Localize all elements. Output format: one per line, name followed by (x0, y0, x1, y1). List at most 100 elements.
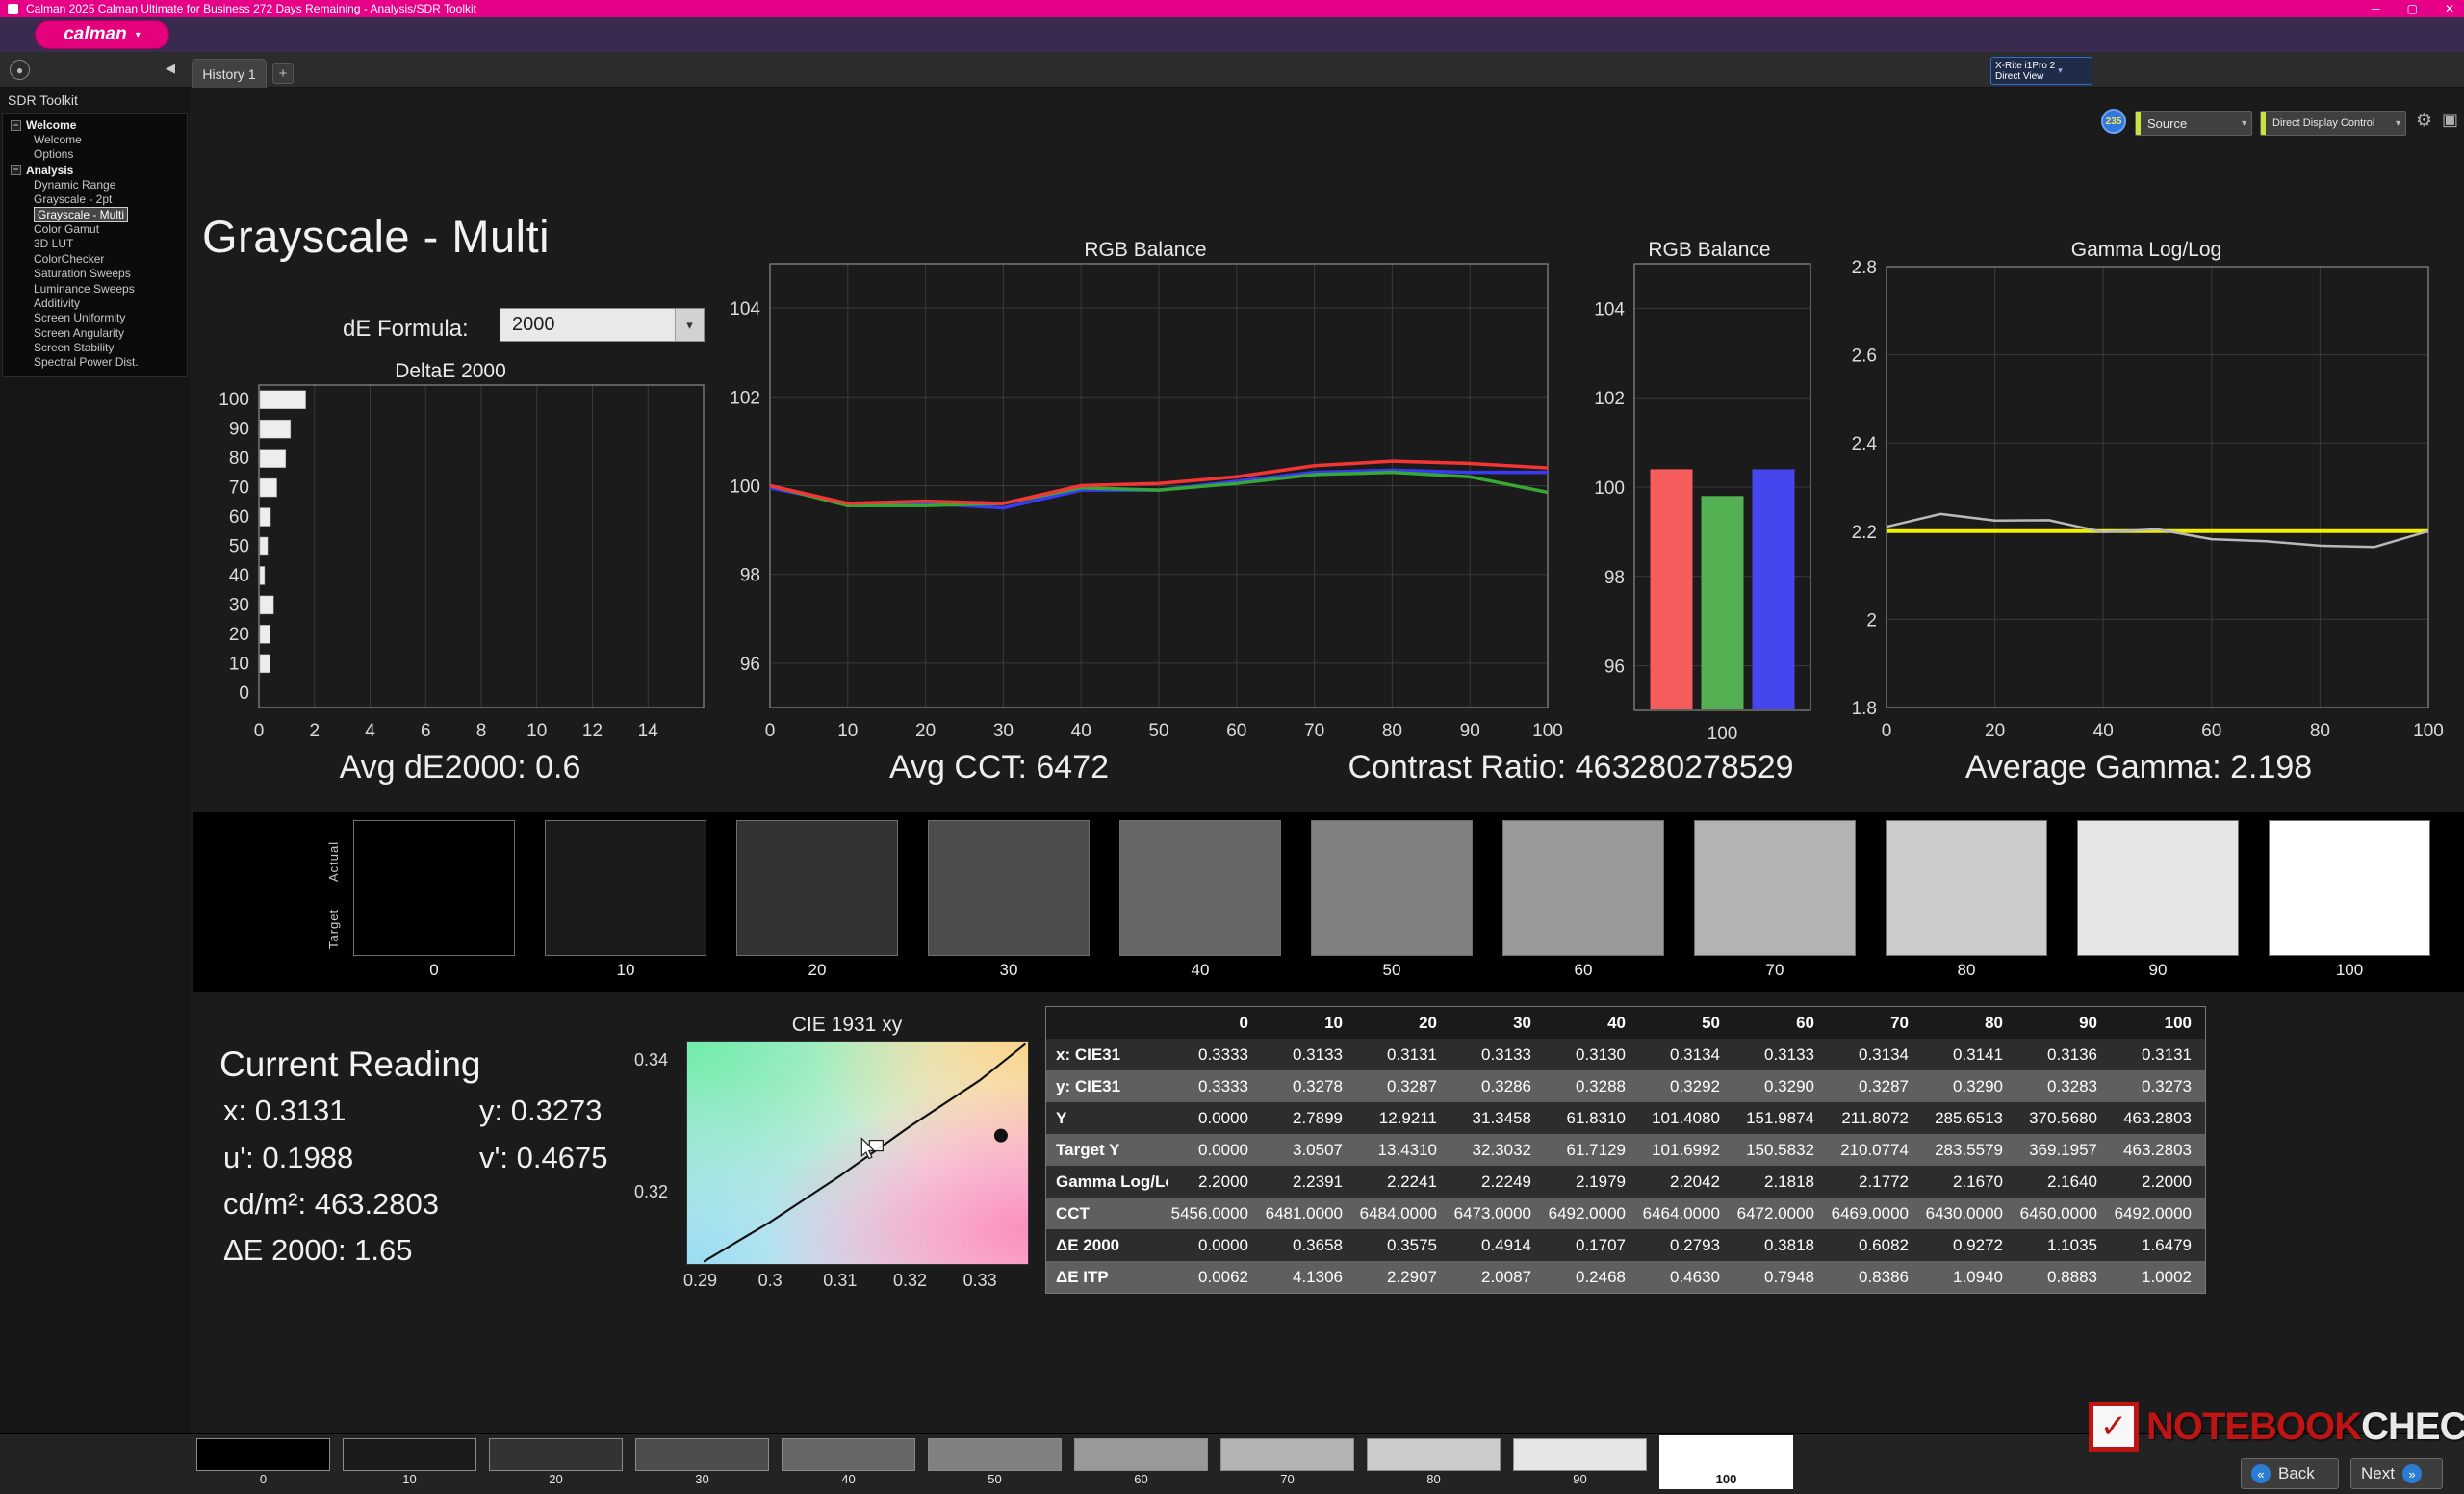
sidebar-item-3d-lut[interactable]: 3D LUT (3, 237, 187, 251)
next-button[interactable]: Next » (2350, 1458, 2443, 1489)
table-cell: 0.3287 (1828, 1070, 1922, 1102)
meter-selector-button[interactable]: X-Rite i1Pro 2 Direct View ▾ (1990, 57, 2092, 85)
close-button[interactable]: ✕ (2445, 2, 2454, 15)
expander-icon[interactable]: − (11, 165, 21, 175)
back-button[interactable]: « Back (2241, 1458, 2339, 1489)
table-cell: 369.1957 (2016, 1134, 2111, 1166)
axis-label: 12 (582, 721, 603, 741)
source-dropdown[interactable]: Source ▾ (2135, 111, 2252, 136)
sidebar-collapse-icon[interactable]: ◀ (166, 61, 175, 76)
level-button-20[interactable]: 20 (489, 1438, 623, 1488)
axis-label: 40 (2093, 721, 2114, 741)
level-button-70[interactable]: 70 (1220, 1438, 1354, 1488)
tab-history-1[interactable]: History 1 (192, 59, 267, 88)
patch-level-label: 50 (1311, 961, 1473, 980)
sidebar-item-colorchecker[interactable]: ColorChecker (3, 252, 187, 267)
table-cell: 0.3136 (2016, 1039, 2111, 1070)
axis-label: 2 (1866, 610, 1877, 631)
level-button-80[interactable]: 80 (1367, 1438, 1501, 1488)
sidebar-item-luminance-sweeps[interactable]: Luminance Sweeps (3, 282, 187, 296)
bar-green (1702, 496, 1744, 709)
table-cell: 6481.0000 (1262, 1198, 1356, 1229)
tree-group-welcome[interactable]: −Welcome (3, 117, 187, 133)
axis-label: 30 (229, 595, 249, 615)
display-icon[interactable]: ▣ (2442, 110, 2458, 130)
patch-level-label: 0 (353, 961, 515, 980)
table-cell: 101.6992 (1639, 1134, 1733, 1166)
patch-level-label: 80 (1886, 961, 2047, 980)
minimize-button[interactable]: ─ (2372, 2, 2380, 15)
sidebar-item-color-gamut[interactable]: Color Gamut (3, 222, 187, 237)
axis-label: 10 (837, 721, 858, 741)
level-button-60[interactable]: 60 (1074, 1438, 1208, 1488)
axis-label: 0.29 (683, 1271, 717, 1291)
axis-label: 0.33 (963, 1271, 997, 1291)
gear-icon[interactable]: ⚙ (2416, 110, 2432, 132)
table-row-x-cie31: x: CIE310.33330.31330.31310.31330.31300.… (1046, 1039, 2205, 1070)
calman-menu-button[interactable]: calman ▾ (35, 20, 169, 49)
avg-cct-stat: Avg CCT: 6472 (889, 749, 1109, 786)
axis-label: 60 (229, 507, 249, 528)
axis-label: 60 (2201, 721, 2221, 741)
meter-status-badge[interactable]: 235 (2101, 109, 2126, 134)
deltae-bar-100 (260, 391, 306, 409)
axis-label: 20 (915, 721, 936, 741)
sidebar-item-options[interactable]: Options (3, 147, 187, 162)
de-formula-value: 2000 (500, 314, 675, 336)
app-icon (8, 4, 18, 14)
table-col-header: 30 (1450, 1007, 1545, 1039)
table-cell: 0.0062 (1168, 1261, 1262, 1293)
level-button-0[interactable]: 0 (196, 1438, 330, 1488)
table-cell: 0.3287 (1356, 1070, 1450, 1102)
table-cell: 0.3134 (1828, 1039, 1922, 1070)
notebookcheck-watermark: ✓ NOTEBOOKCHECK (2089, 1402, 2464, 1452)
add-tab-button[interactable]: + (272, 63, 294, 84)
tree-item-label: ColorChecker (34, 252, 104, 266)
level-button-40[interactable]: 40 (782, 1438, 915, 1488)
axis-label: 1.8 (1852, 699, 1877, 719)
tree-group-analysis[interactable]: −Analysis (3, 163, 187, 178)
sidebar-item-screen-uniformity[interactable]: Screen Uniformity (3, 311, 187, 325)
table-col-header: 70 (1828, 1007, 1922, 1039)
axis-label: 20 (1985, 721, 2005, 741)
sidebar-item-screen-angularity[interactable]: Screen Angularity (3, 326, 187, 341)
level-swatch (1367, 1438, 1501, 1471)
axis-label: 0.31 (823, 1271, 857, 1291)
tree-item-label: Screen Angularity (34, 326, 124, 340)
maximize-button[interactable]: ▢ (2407, 2, 2418, 15)
tree-item-label: Welcome (34, 133, 82, 146)
level-button-90[interactable]: 90 (1513, 1438, 1647, 1488)
table-cell: 463.2803 (2111, 1134, 2205, 1166)
table-col-header: 0 (1168, 1007, 1262, 1039)
axis-label: 96 (740, 655, 760, 675)
level-swatch (196, 1438, 330, 1471)
expander-icon[interactable]: − (11, 120, 21, 131)
level-swatch (489, 1438, 623, 1471)
level-button-10[interactable]: 10 (343, 1438, 476, 1488)
table-cell: 0.3130 (1545, 1039, 1639, 1070)
level-button-30[interactable]: 30 (635, 1438, 769, 1488)
cie-y-axis: 0.340.32 (616, 1041, 676, 1265)
axis-label: 2.6 (1852, 347, 1877, 367)
display-control-dropdown[interactable]: Direct Display Control ▾ (2260, 111, 2406, 136)
sidebar-item-grayscale-2pt[interactable]: Grayscale - 2pt (3, 193, 187, 207)
sidebar-item-additivity[interactable]: Additivity (3, 296, 187, 311)
sidebar-item-saturation-sweeps[interactable]: Saturation Sweeps (3, 267, 187, 281)
sidebar-item-screen-stability[interactable]: Screen Stability (3, 341, 187, 355)
sidebar-item-welcome[interactable]: Welcome (3, 133, 187, 147)
level-button-50[interactable]: 50 (928, 1438, 1062, 1488)
axis-label: 60 (1226, 721, 1246, 741)
level-button-100[interactable]: 100 (1659, 1435, 1793, 1489)
table-cell: 0.3658 (1262, 1229, 1356, 1261)
workspace-options-icon[interactable]: ● (10, 60, 30, 80)
de-formula-dropdown[interactable]: 2000 ▾ (500, 308, 705, 342)
patch-level-label: 90 (2077, 961, 2239, 980)
table-cell: 0.3133 (1450, 1039, 1545, 1070)
axis-label: 70 (229, 478, 249, 499)
reading-y: y: 0.3273 (479, 1094, 603, 1128)
bar-red (1651, 469, 1693, 709)
sidebar-item-spectral-power-dist[interactable]: Spectral Power Dist. (3, 355, 187, 370)
sidebar-item-dynamic-range[interactable]: Dynamic Range (3, 178, 187, 193)
sidebar-item-grayscale-multi[interactable]: Grayscale - Multi (3, 208, 187, 222)
table-cell: 2.2000 (1168, 1166, 1262, 1198)
